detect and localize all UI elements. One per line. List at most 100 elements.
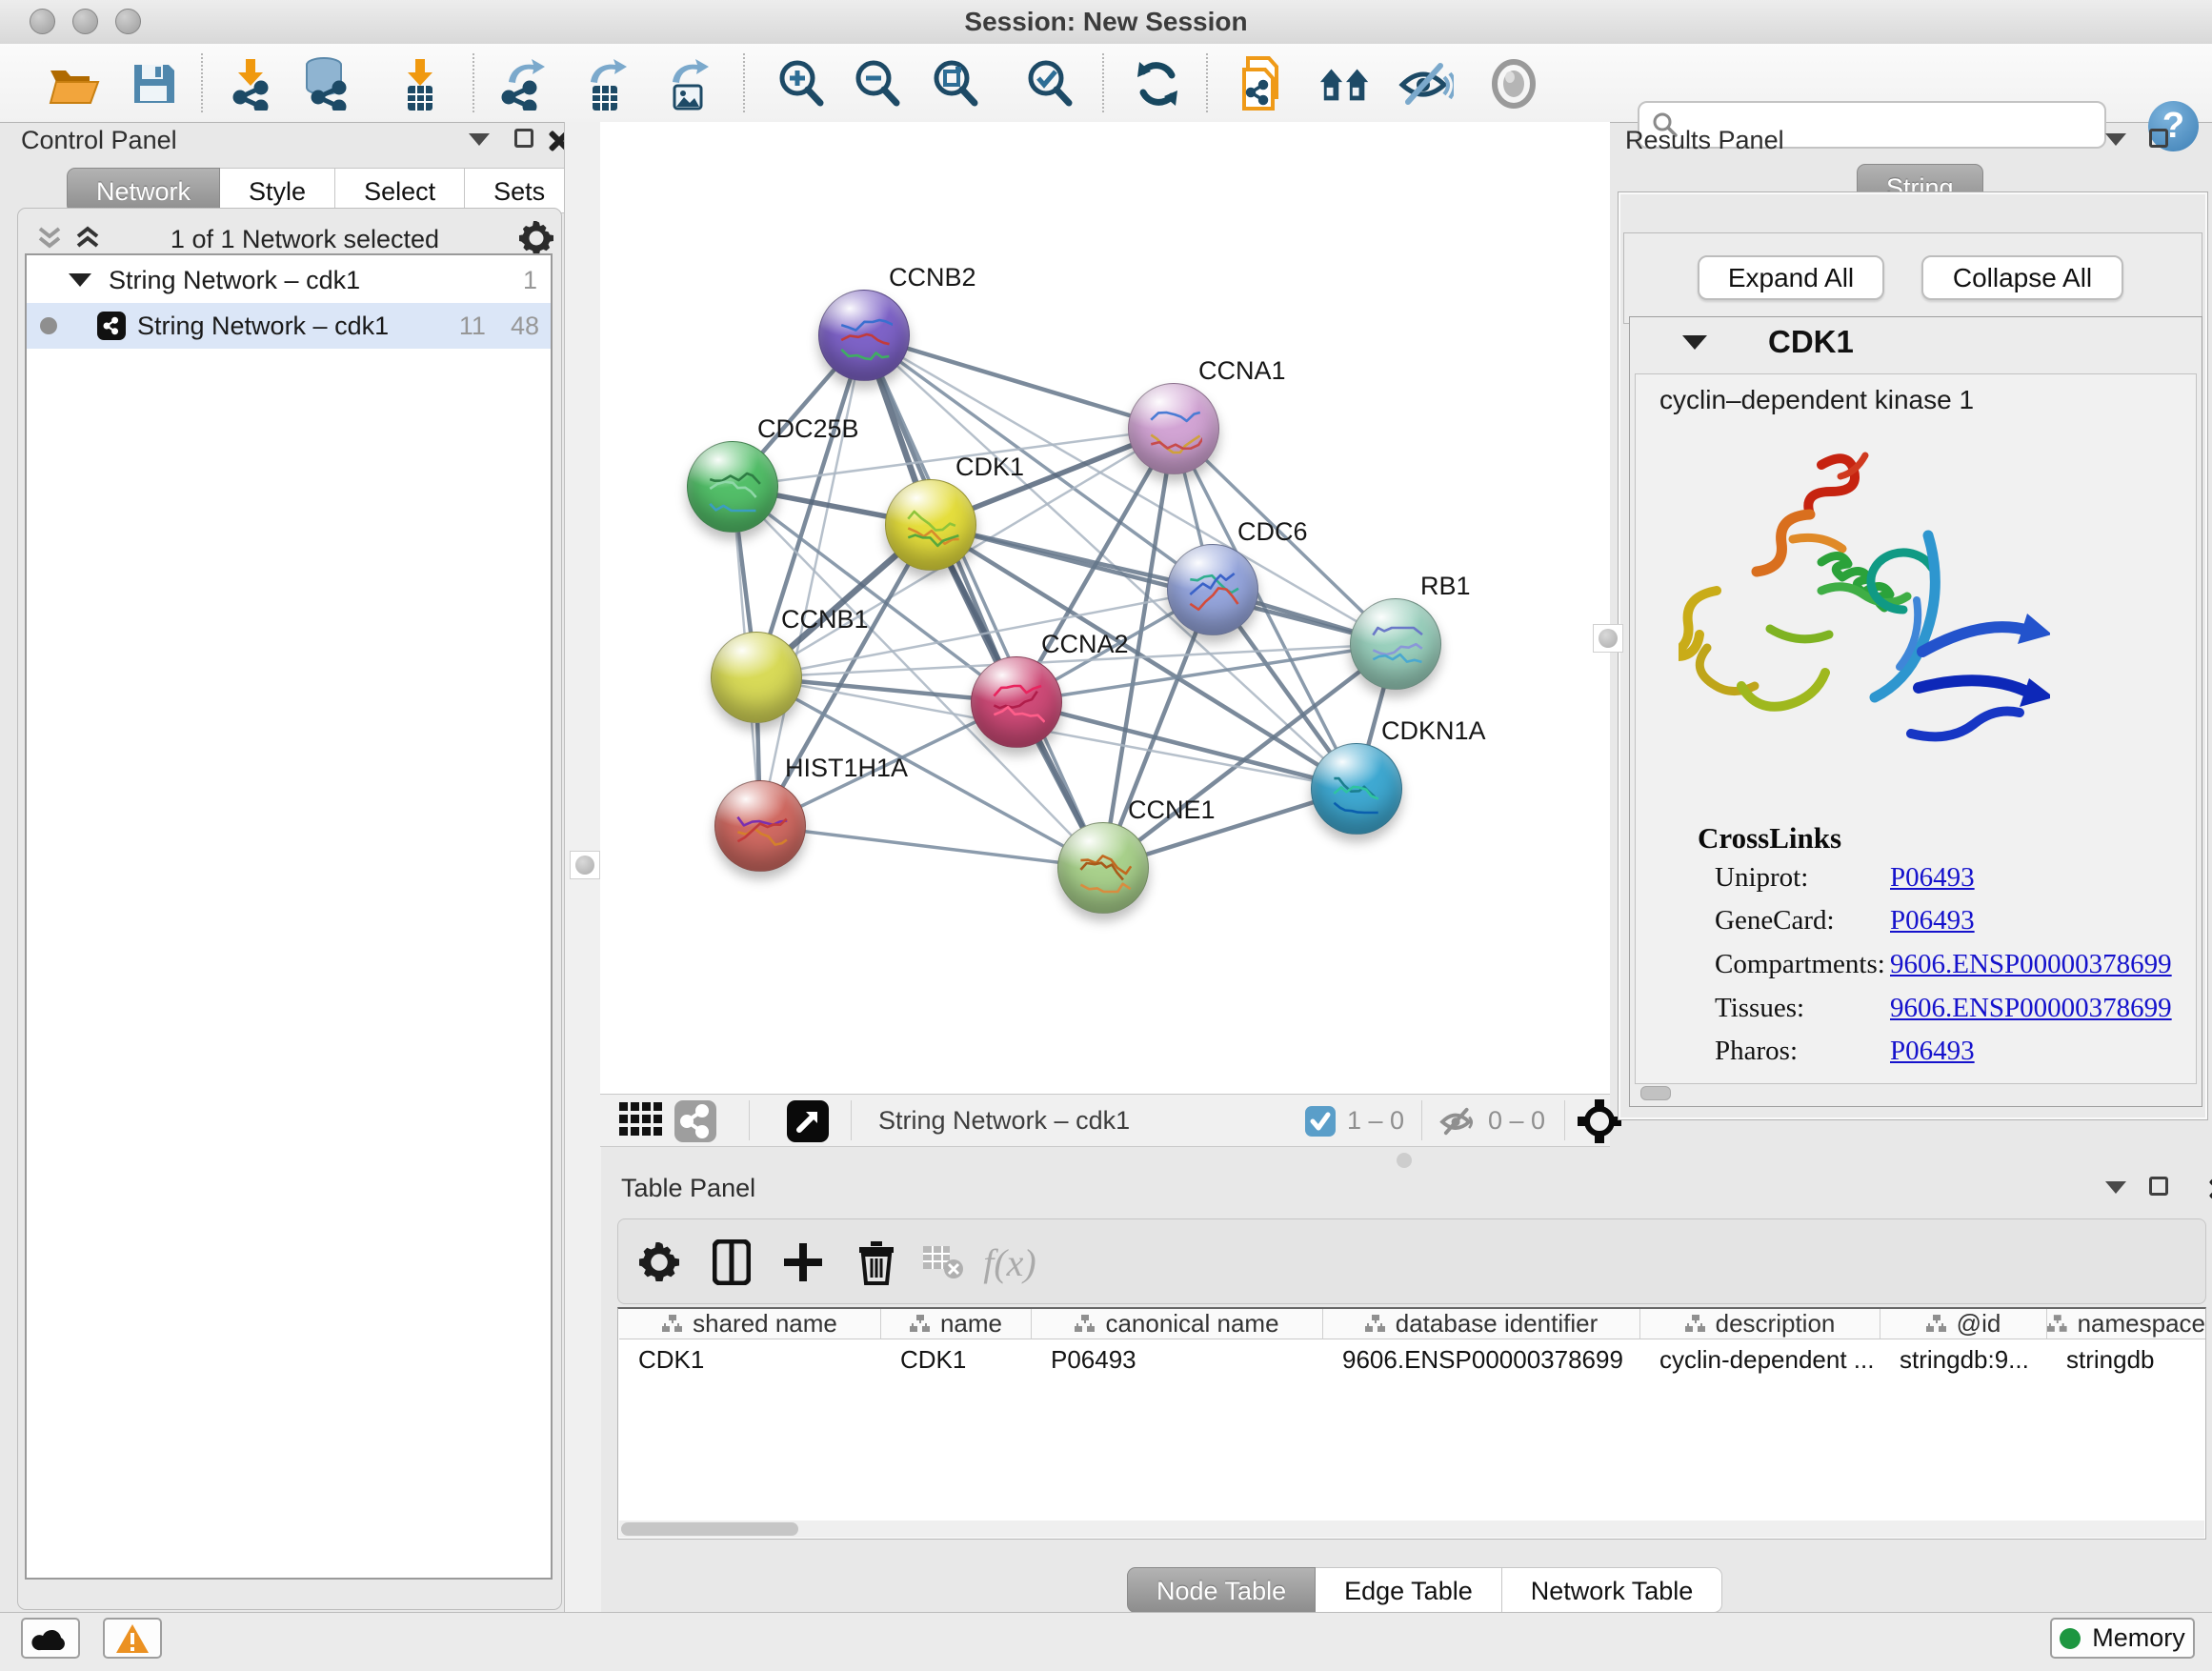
network-node-ccna1[interactable]	[1128, 383, 1219, 474]
table-cell[interactable]: cyclin-dependent ...	[1640, 1345, 1880, 1379]
protein-thumbnail-icon	[1367, 624, 1424, 672]
share-network-icon[interactable]	[674, 1100, 716, 1147]
zoom-in-icon[interactable]	[774, 56, 829, 111]
import-network-database-icon[interactable]	[298, 56, 353, 111]
network-node-cdc25b[interactable]	[687, 441, 778, 533]
zoom-fit-content-icon[interactable]	[928, 56, 983, 111]
grid-view-icon[interactable]	[619, 1102, 663, 1143]
birdseye-crosshair-icon[interactable]	[1578, 1099, 1621, 1148]
table-horizontal-scrollbar[interactable]	[619, 1520, 2204, 1538]
tab-network[interactable]: Network	[67, 168, 220, 213]
tissues-link[interactable]: 9606.ENSP00000378699	[1890, 993, 2172, 1023]
zoom-out-icon[interactable]	[850, 56, 905, 111]
open-in-window-icon[interactable]	[787, 1100, 829, 1147]
open-session-icon[interactable]	[47, 56, 102, 111]
left-splitter-handle[interactable]	[570, 851, 600, 879]
column-header[interactable]: name	[881, 1309, 1032, 1339]
network-collection-row[interactable]: String Network – cdk1 1	[27, 257, 551, 303]
refresh-view-icon[interactable]	[1130, 56, 1185, 111]
network-edge[interactable]	[864, 335, 1103, 868]
lens-icon[interactable]	[1486, 56, 1541, 111]
delete-icon[interactable]	[850, 1236, 903, 1289]
tree-expand-icon[interactable]	[69, 273, 91, 287]
pharos-link[interactable]: P06493	[1890, 1036, 1975, 1066]
import-table-file-icon[interactable]	[392, 56, 447, 111]
column-header[interactable]: description	[1640, 1309, 1880, 1339]
table-cell[interactable]: P06493	[1032, 1345, 1323, 1379]
clone-network-icon[interactable]	[1236, 56, 1291, 111]
expand-all-button[interactable]: Expand All	[1698, 255, 1884, 300]
network-node-count: 11	[459, 312, 486, 341]
network-status-dot	[40, 317, 57, 334]
network-node-ccnb2[interactable]	[818, 290, 910, 381]
network-node-hist1h1a[interactable]	[714, 780, 806, 872]
protein-thumbnail-icon	[902, 505, 959, 553]
table-cell[interactable]: stringdb:9...	[1880, 1345, 2047, 1379]
network-node-cdc6[interactable]	[1167, 544, 1258, 635]
table-cell[interactable]: CDK1	[619, 1345, 881, 1379]
first-neighbors-icon[interactable]	[1318, 56, 1374, 111]
tab-select[interactable]: Select	[335, 168, 465, 213]
horizontal-splitter-handle[interactable]	[1397, 1153, 1412, 1168]
table-cell[interactable]: 9606.ENSP00000378699	[1323, 1345, 1640, 1379]
uniprot-link[interactable]: P06493	[1890, 862, 1975, 893]
genecard-link[interactable]: P06493	[1890, 905, 1975, 936]
cloud-button[interactable]	[21, 1618, 80, 1659]
table-cell[interactable]: CDK1	[881, 1345, 1032, 1379]
table-panel-float-icon[interactable]	[2149, 1177, 2168, 1196]
tab-sets[interactable]: Sets	[465, 168, 574, 213]
column-header[interactable]: canonical name	[1032, 1309, 1323, 1339]
network-node-ccna2[interactable]	[971, 656, 1062, 748]
compartments-link[interactable]: 9606.ENSP00000378699	[1890, 949, 2172, 979]
tab-node-table[interactable]: Node Table	[1127, 1567, 1316, 1613]
table-cell[interactable]: stringdb	[2047, 1345, 2205, 1379]
export-network-file-icon[interactable]	[499, 56, 554, 111]
column-header[interactable]: namespace	[2047, 1309, 2205, 1339]
warning-button[interactable]	[103, 1618, 162, 1659]
network-node-ccnb1[interactable]	[711, 632, 802, 723]
network-edge[interactable]	[760, 335, 864, 826]
tab-network-table[interactable]: Network Table	[1502, 1567, 1723, 1613]
collapse-all-networks-icon[interactable]	[34, 225, 65, 256]
selected-checkbox[interactable]	[1305, 1106, 1336, 1141]
memory-button[interactable]: Memory	[2050, 1618, 2195, 1659]
collapse-all-button[interactable]: Collapse All	[1921, 255, 2123, 300]
control-panel-menu-icon[interactable]	[469, 133, 490, 146]
table-panel-menu-icon[interactable]	[2105, 1181, 2126, 1194]
network-node-cdkn1a[interactable]	[1311, 743, 1402, 835]
add-column-icon[interactable]	[776, 1236, 830, 1289]
network-collection-label: String Network – cdk1	[109, 266, 360, 295]
export-image-file-icon[interactable]	[661, 56, 716, 111]
save-session-icon[interactable]	[126, 56, 181, 111]
table-tabs: Node TableEdge TableNetwork Table	[1127, 1567, 1722, 1613]
right-splitter-handle[interactable]	[1593, 624, 1623, 653]
protein-thumbnail-icon	[1184, 570, 1241, 617]
network-node-rb1[interactable]	[1350, 598, 1441, 690]
results-panel-menu-icon[interactable]	[2105, 133, 2126, 146]
results-scrollbar-thumb[interactable]	[1640, 1086, 1671, 1100]
tab-edge-table[interactable]: Edge Table	[1316, 1567, 1502, 1613]
network-node-cdk1[interactable]	[885, 479, 976, 571]
columns-icon[interactable]	[705, 1236, 758, 1289]
column-header[interactable]: database identifier	[1323, 1309, 1640, 1339]
tab-style[interactable]: Style	[220, 168, 335, 213]
gene-collapse-icon[interactable]	[1682, 335, 1707, 350]
network-edge[interactable]	[931, 525, 1396, 644]
table-scrollbar-thumb[interactable]	[621, 1522, 798, 1536]
network-edge[interactable]	[864, 335, 1174, 429]
gear-icon[interactable]	[633, 1236, 686, 1289]
network-row-selected[interactable]: String Network – cdk1 11 48	[27, 303, 551, 349]
results-panel-float-icon[interactable]	[2149, 129, 2168, 148]
column-header[interactable]: @id	[1880, 1309, 2047, 1339]
network-canvas[interactable]: CCNB2CCNA1CDC25BCDK1CDC6RB1CCNB1CCNA2CDK…	[600, 122, 1610, 1094]
control-panel-float-icon[interactable]	[514, 129, 533, 148]
zoom-selected-icon[interactable]	[1022, 56, 1077, 111]
network-edge[interactable]	[760, 826, 1103, 868]
export-table-file-icon[interactable]	[579, 56, 634, 111]
column-header[interactable]: shared name	[619, 1309, 881, 1339]
expand-all-networks-icon[interactable]	[72, 225, 103, 256]
network-node-ccne1[interactable]	[1057, 822, 1149, 914]
import-network-file-icon[interactable]	[222, 56, 277, 111]
table-panel-close-icon[interactable]	[2208, 1178, 2212, 1198]
show-hide-eye-slash-icon[interactable]	[1398, 56, 1454, 111]
